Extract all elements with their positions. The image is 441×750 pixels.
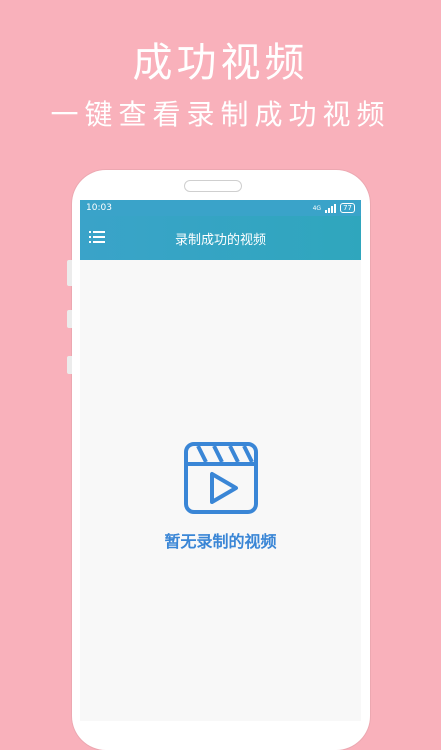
empty-state: 暂无录制的视频 [80,442,361,552]
status-icons: 4G 77 [313,203,355,213]
promo-headline: 成功视频 [132,40,309,86]
phone-speaker [184,180,242,192]
phone-side-button [67,260,72,286]
status-bar: 10:03 4G 77 [80,200,361,216]
promo-subline: 一键查看录制成功视频 [50,98,391,131]
phone-side-button [67,310,72,328]
app-bar: 录制成功的视频 [80,216,361,260]
app-screen: 10:03 4G 77 录制成功的视频 暂无录制的视频 [80,200,361,721]
video-clapperboard-play-icon [183,442,258,514]
empty-state-message: 暂无录制的视频 [164,532,277,551]
phone-side-button [67,356,72,374]
signal-icon [325,203,337,213]
menu-list-icon[interactable] [89,230,105,244]
app-title: 录制成功的视频 [174,232,266,248]
network-type: 4G [312,204,322,212]
battery-level: 77 [343,204,352,212]
battery-icon: 77 [340,203,355,213]
status-time: 10:03 [86,203,112,213]
